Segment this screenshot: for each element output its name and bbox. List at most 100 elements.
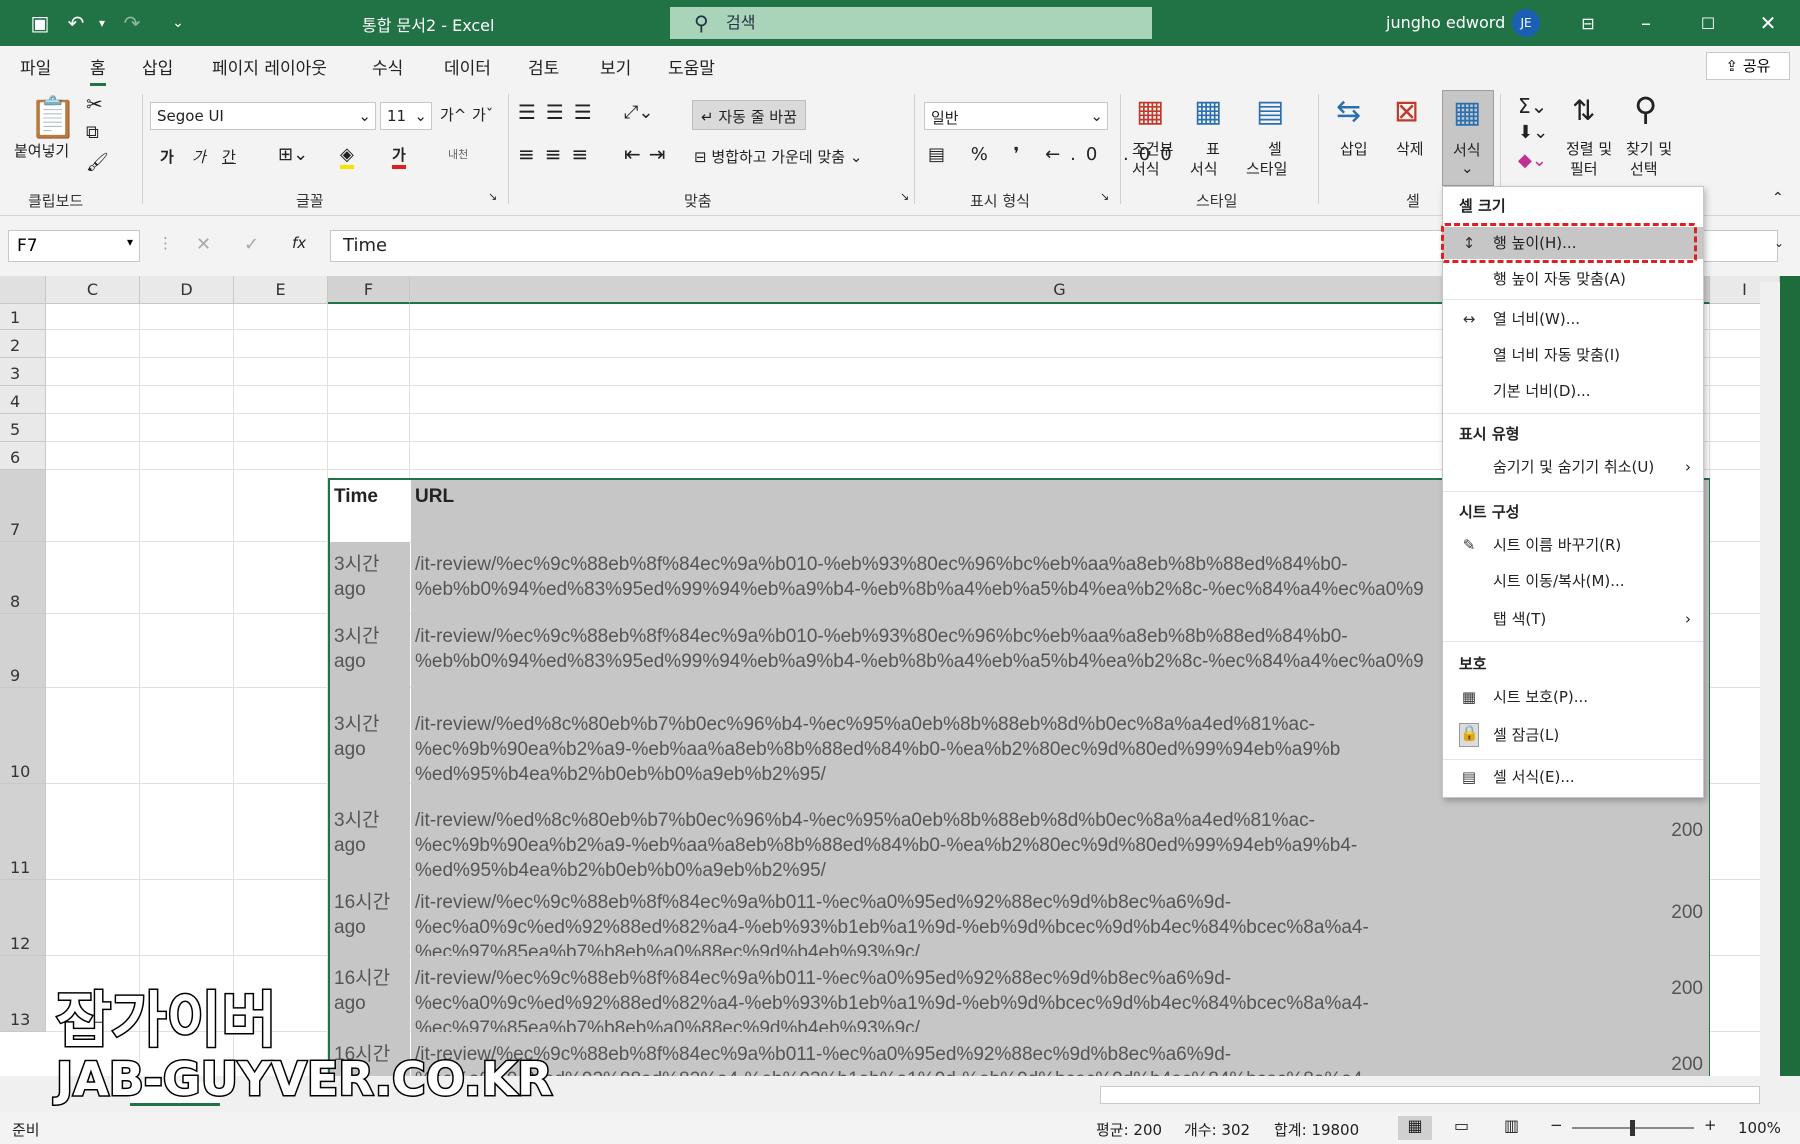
underline-button[interactable]: 간 xyxy=(222,146,236,167)
collapse-ribbon-icon[interactable]: ⌃ xyxy=(1772,190,1784,206)
autosum-icon[interactable]: Σ⌄ xyxy=(1518,94,1547,118)
insert-cells-label[interactable]: 삽입 xyxy=(1340,138,1368,159)
menu-item-autofit-row[interactable]: 행 높이 자동 맞춤(A) xyxy=(1443,263,1703,295)
shrink-font-button[interactable]: 가ˇ xyxy=(472,104,493,125)
page-layout-view-icon[interactable]: ▭ xyxy=(1454,1116,1469,1135)
format-table-label2[interactable]: 서식 xyxy=(1190,158,1218,179)
font-color-button[interactable]: 가 xyxy=(392,144,406,169)
row-header[interactable]: 9 xyxy=(0,614,46,688)
tab-review[interactable]: 검토 xyxy=(528,54,559,79)
row-header[interactable]: 6 xyxy=(0,442,46,470)
url-cell[interactable]: /it-review/%ec%9c%88eb%8f%84ec%9a%b011-%… xyxy=(411,880,1709,956)
format-table-label1[interactable]: 표 xyxy=(1206,138,1220,159)
normal-view-icon[interactable]: ▦ xyxy=(1398,1116,1432,1140)
share-button[interactable]: ⇪ 공유 xyxy=(1706,52,1790,80)
cell-styles-label2[interactable]: 스타일 xyxy=(1246,158,1287,179)
cancel-icon[interactable]: ✕ xyxy=(196,234,211,255)
maximize-icon[interactable]: ☐ xyxy=(1694,9,1722,37)
phonetic-button[interactable]: 내천 xyxy=(448,146,468,162)
fill-icon[interactable]: ⬇⌄ xyxy=(1518,122,1548,143)
grow-font-button[interactable]: 가^ xyxy=(440,104,466,125)
zoom-out-icon[interactable]: − xyxy=(1550,1116,1563,1134)
dialog-launcher-icon[interactable]: ↘ xyxy=(900,190,909,203)
dialog-launcher-icon[interactable]: ↘ xyxy=(1100,190,1109,203)
time-cell[interactable]: 16시간 ago xyxy=(330,880,410,956)
menu-item-default-width[interactable]: 기본 너비(D)... xyxy=(1443,375,1703,407)
format-table-icon[interactable]: ▦ xyxy=(1194,94,1222,129)
time-cell[interactable]: 16시간 ago xyxy=(330,956,410,1032)
sort-filter-label1[interactable]: 정렬 및 xyxy=(1566,138,1612,159)
page-break-view-icon[interactable]: ▥ xyxy=(1504,1116,1519,1135)
minimize-icon[interactable]: – xyxy=(1632,9,1660,37)
fill-color-icon[interactable]: ◈ xyxy=(340,144,354,169)
menu-item-protect-sheet[interactable]: ▦ 시트 보호(P)... xyxy=(1443,681,1703,713)
dialog-launcher-icon[interactable]: ↘ xyxy=(488,190,497,203)
customize-qat-icon[interactable]: ⌄ xyxy=(164,9,192,37)
zoom-in-icon[interactable]: + xyxy=(1704,1116,1717,1134)
vertical-align-icons[interactable]: ☰☰☰ xyxy=(518,100,602,124)
enter-icon[interactable]: ✓ xyxy=(244,234,259,255)
paste-icon[interactable]: 📋 xyxy=(28,94,78,141)
column-header[interactable]: F xyxy=(328,276,410,304)
format-cells-button[interactable]: ▦ 서식 ⌄ xyxy=(1442,90,1494,186)
cond-format-label2[interactable]: 서식 xyxy=(1132,158,1160,179)
italic-button[interactable]: 가 xyxy=(192,146,206,167)
menu-item-hide-unhide[interactable]: 숨기기 및 숨기기 취소(U) › xyxy=(1443,451,1703,483)
undo-dropdown-icon[interactable]: ▾ xyxy=(88,9,116,37)
row-header[interactable]: 13 xyxy=(0,956,46,1032)
time-cell[interactable]: 3시간 ago xyxy=(330,688,410,784)
vertical-scrollbar[interactable] xyxy=(1760,282,1780,1076)
tab-data[interactable]: 데이터 xyxy=(444,54,491,79)
row-header[interactable]: 8 xyxy=(0,542,46,614)
name-box[interactable]: F7 ▾ xyxy=(8,230,140,262)
border-icon[interactable]: ⊞⌄ xyxy=(278,144,308,165)
wrap-text-button[interactable]: ↵ 자동 줄 바꿈 xyxy=(692,100,806,130)
insert-function-icon[interactable]: fx xyxy=(292,234,306,252)
conditional-format-icon[interactable]: ▦ xyxy=(1136,94,1164,129)
number-format-select[interactable]: 일반 ⌄ xyxy=(924,102,1108,130)
cell-styles-icon[interactable]: ▤ xyxy=(1256,94,1284,129)
tab-home[interactable]: 홈 xyxy=(90,54,106,86)
menu-item-move-copy[interactable]: 시트 이동/복사(M)... xyxy=(1443,565,1703,597)
copy-icon[interactable]: ⧉ xyxy=(86,122,99,143)
zoom-level[interactable]: 100% xyxy=(1738,1119,1781,1137)
row-header[interactable]: 7 xyxy=(0,470,46,542)
bold-button[interactable]: 가 xyxy=(160,146,174,167)
row-header[interactable]: 10 xyxy=(0,688,46,784)
header-time-cell[interactable]: Time xyxy=(330,480,410,542)
row-header[interactable]: 12 xyxy=(0,880,46,956)
column-header[interactable]: D xyxy=(140,276,234,304)
menu-item-rename-sheet[interactable]: ✎ 시트 이름 바꾸기(R) xyxy=(1443,529,1703,561)
menu-item-format-cells[interactable]: ▤ 셀 서식(E)... xyxy=(1443,761,1703,793)
menu-item-column-width[interactable]: ↔ 열 너비(W)... xyxy=(1443,303,1703,335)
clear-icon[interactable]: ◆⌄ xyxy=(1518,150,1547,171)
orientation-icon[interactable]: ⤢⌄ xyxy=(624,102,653,123)
horizontal-scrollbar[interactable] xyxy=(1100,1086,1760,1104)
find-select-icon[interactable]: ⚲ xyxy=(1634,90,1657,128)
delete-cells-icon[interactable]: ⊠ xyxy=(1394,94,1419,129)
delete-cells-label[interactable]: 삭제 xyxy=(1396,138,1424,159)
tab-help[interactable]: 도움말 xyxy=(668,54,715,79)
url-cell[interactable]: /it-review/%ec%9c%88eb%8f%84ec%9a%b011-%… xyxy=(411,956,1709,1032)
row-header[interactable]: 5 xyxy=(0,414,46,442)
cell-styles-label1[interactable]: 셀 xyxy=(1268,138,1282,159)
row-header[interactable]: 11 xyxy=(0,784,46,880)
find-select-label1[interactable]: 찾기 및 xyxy=(1626,138,1672,159)
save-icon[interactable]: ▣ xyxy=(26,9,54,37)
row-header[interactable]: 3 xyxy=(0,358,46,386)
tab-formulas[interactable]: 수식 xyxy=(372,54,403,79)
cut-icon[interactable]: ✂ xyxy=(86,92,103,116)
url-cell[interactable]: /it-review/%ec%9c%88eb%8f%84ec%9a%b011-%… xyxy=(411,1032,1709,1076)
tab-page-layout[interactable]: 페이지 레이아웃 xyxy=(212,54,327,79)
time-cell[interactable]: 3시간 ago xyxy=(330,614,410,688)
row-header[interactable]: 2 xyxy=(0,330,46,358)
zoom-thumb[interactable] xyxy=(1630,1120,1635,1136)
font-size-select[interactable]: 11 ⌄ xyxy=(380,102,432,130)
merge-center-button[interactable]: ⊟ 병합하고 가운데 맞춤 ⌄ xyxy=(694,146,862,167)
sort-filter-icon[interactable]: ⇅ xyxy=(1572,94,1595,127)
find-select-label2[interactable]: 선택 xyxy=(1630,158,1658,179)
menu-item-tab-color[interactable]: 탭 색(T) › xyxy=(1443,603,1703,635)
tab-insert[interactable]: 삽입 xyxy=(142,54,173,79)
sort-filter-label2[interactable]: 필터 xyxy=(1570,158,1598,179)
expand-formula-icon[interactable]: ⌄ xyxy=(1774,236,1784,250)
